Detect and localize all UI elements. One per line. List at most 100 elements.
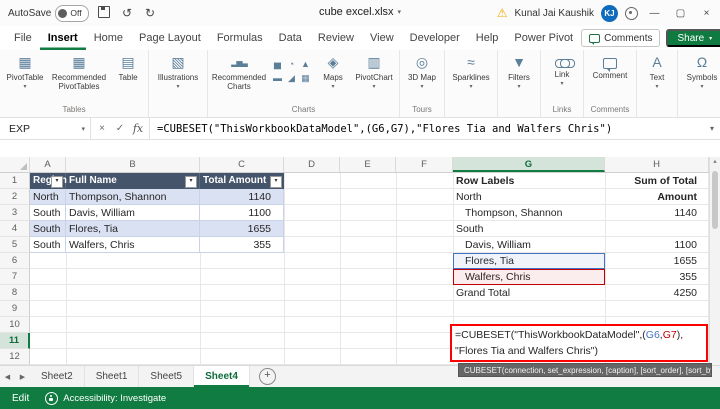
filter-dropdown-icon[interactable]: ▾ — [185, 176, 197, 188]
sheet-tab-sheet5[interactable]: Sheet5 — [139, 366, 195, 387]
cell-edit-box[interactable]: =CUBESET("ThisWorkbookDataModel",(G6,G7)… — [450, 324, 708, 362]
column-header-f[interactable]: F — [396, 157, 453, 172]
cell-amount[interactable]: 1655 — [200, 221, 284, 237]
undo-icon[interactable]: ↺ — [120, 6, 135, 20]
scroll-up-icon[interactable]: ▲ — [710, 157, 720, 168]
filter-dropdown-icon[interactable]: ▾ — [270, 176, 282, 188]
insert-function-button[interactable]: fx — [129, 122, 147, 135]
ribbon-tab-power-pivot[interactable]: Power Pivot — [506, 26, 581, 50]
pivot-grand-total-value[interactable]: 4250 — [605, 285, 709, 301]
row-header-3[interactable]: 3 — [0, 205, 30, 221]
cell-name[interactable]: Davis, William — [66, 205, 200, 221]
pivot-header-sum[interactable]: Sum of Total Amount — [605, 173, 709, 203]
autosave-toggle[interactable]: Off — [55, 4, 89, 22]
ribbon-tab-view[interactable]: View — [362, 26, 402, 50]
share-button[interactable]: Share ▾ — [666, 29, 720, 47]
ribbon-tab-insert[interactable]: Insert — [40, 26, 86, 50]
ribbon-tab-review[interactable]: Review — [310, 26, 362, 50]
3d-map-button[interactable]: ◎ 3D Map ▾ — [402, 50, 442, 90]
warning-icon[interactable]: ⚠ — [497, 6, 508, 20]
scrollbar-thumb[interactable] — [712, 171, 718, 229]
symbols-button[interactable]: Ω Symbols ▾ — [680, 50, 720, 90]
text-button[interactable]: A Text ▾ — [639, 50, 675, 90]
filter-dropdown-icon[interactable]: ▾ — [51, 176, 63, 188]
scatter-chart-icon[interactable]: ▦ — [299, 72, 312, 85]
column-chart-icon[interactable]: ▅ — [271, 58, 284, 71]
table-button[interactable]: ▤ Table — [110, 50, 146, 82]
sheet-tab-sheet4[interactable]: Sheet4 — [194, 366, 250, 387]
pivot-row-value[interactable]: 1100 — [605, 237, 709, 253]
comments-button[interactable]: Comments — [581, 29, 661, 47]
ribbon-tab-page-layout[interactable]: Page Layout — [131, 26, 209, 50]
cell-region[interactable]: North — [30, 189, 66, 205]
pivot-row-label[interactable]: South — [453, 221, 605, 237]
column-header-d[interactable]: D — [284, 157, 340, 172]
sheet-nav-right-icon[interactable]: ▶ — [15, 366, 30, 387]
cell-name[interactable]: Flores, Tia — [66, 221, 200, 237]
table-row[interactable]: North Thompson, Shannon 1140 — [30, 189, 284, 205]
row-header-8[interactable]: 8 — [0, 285, 30, 301]
restore-button[interactable]: ▢ — [671, 0, 690, 26]
cell-name[interactable]: Thompson, Shannon — [66, 189, 200, 205]
line-chart-icon[interactable]: ▲ — [299, 58, 312, 71]
cell-region[interactable]: South — [30, 205, 66, 221]
sheet-tab-sheet1[interactable]: Sheet1 — [85, 366, 140, 387]
row-header-6[interactable]: 6 — [0, 253, 30, 269]
lightbulb-icon[interactable] — [625, 6, 638, 20]
cell-amount[interactable]: 355 — [200, 237, 284, 253]
pivot-row-label[interactable]: Thompson, Shannon — [453, 205, 605, 221]
sparklines-button[interactable]: ≈ Sparklines ▾ — [447, 50, 495, 90]
column-header-c[interactable]: C — [200, 157, 284, 172]
pivot-row-label[interactable]: North — [453, 189, 605, 205]
cell-region[interactable]: South — [30, 221, 66, 237]
sheet-tab-sheet2[interactable]: Sheet2 — [30, 366, 85, 387]
user-name[interactable]: Kunal Jai Kaushik — [515, 8, 595, 19]
pivotchart-button[interactable]: ▥ PivotChart ▾ — [351, 50, 397, 90]
pivot-grand-total-label[interactable]: Grand Total — [453, 285, 605, 301]
minimize-button[interactable]: — — [645, 0, 664, 26]
cell-mode-indicator[interactable]: Edit — [12, 393, 29, 404]
row-header-11[interactable]: 11 — [0, 333, 30, 349]
cancel-button[interactable]: × — [93, 123, 111, 134]
pie-chart-icon[interactable]: ◔ — [285, 58, 298, 71]
redo-icon[interactable]: ↻ — [143, 6, 158, 20]
ribbon-tab-home[interactable]: Home — [86, 26, 131, 50]
row-header-9[interactable]: 9 — [0, 301, 30, 317]
avatar[interactable]: KJ — [601, 4, 618, 22]
pivot-header-row-labels[interactable]: Row Labels — [453, 173, 605, 189]
filters-button[interactable]: ▼ Filters ▾ — [500, 50, 538, 90]
new-sheet-button[interactable]: + — [258, 368, 276, 385]
column-header-a[interactable]: A — [30, 157, 66, 172]
pivot-row-label[interactable]: Davis, William — [453, 237, 605, 253]
row-header-10[interactable]: 10 — [0, 317, 30, 333]
row-header-2[interactable]: 2 — [0, 189, 30, 205]
row-header-5[interactable]: 5 — [0, 237, 30, 253]
document-title[interactable]: cube excel.xlsx ▾ — [319, 6, 401, 18]
recommended-charts-button[interactable]: ▂▅▃ Recommended Charts — [210, 50, 268, 91]
column-header-b[interactable]: B — [66, 157, 200, 172]
save-icon[interactable] — [97, 5, 112, 21]
area-chart-icon[interactable]: ◢ — [285, 72, 298, 85]
sheet-nav-left-icon[interactable]: ◀ — [0, 366, 15, 387]
bar-chart-icon[interactable]: ▬ — [271, 72, 284, 85]
ribbon-tab-data[interactable]: Data — [271, 26, 310, 50]
autosave-control[interactable]: AutoSave Off — [8, 4, 89, 22]
formula-input[interactable]: =CUBESET("ThisWorkbookDataModel",(G6,G7)… — [150, 118, 704, 139]
vertical-scrollbar[interactable]: ▲ — [709, 157, 720, 365]
table-row[interactable]: South Flores, Tia 1655 — [30, 221, 284, 237]
link-button[interactable]: Link ▾ — [543, 50, 581, 87]
table-row[interactable]: South Davis, William 1100 — [30, 205, 284, 221]
cell-region[interactable]: South — [30, 237, 66, 253]
close-button[interactable]: × — [697, 0, 716, 26]
column-header-e[interactable]: E — [340, 157, 396, 172]
row-header-1[interactable]: 1 — [0, 173, 30, 189]
cell-amount[interactable]: 1140 — [200, 189, 284, 205]
cell-name[interactable]: Walfers, Chris — [66, 237, 200, 253]
illustrations-button[interactable]: ▧ Illustrations ▾ — [151, 50, 205, 90]
expand-formula-bar-icon[interactable]: ▾ — [704, 118, 720, 139]
ribbon-tab-developer[interactable]: Developer — [402, 26, 468, 50]
ribbon-tab-file[interactable]: File — [6, 26, 40, 50]
row-header-7[interactable]: 7 — [0, 269, 30, 285]
select-all-corner[interactable] — [0, 157, 30, 172]
pivot-row-value[interactable]: 355 — [605, 269, 709, 285]
